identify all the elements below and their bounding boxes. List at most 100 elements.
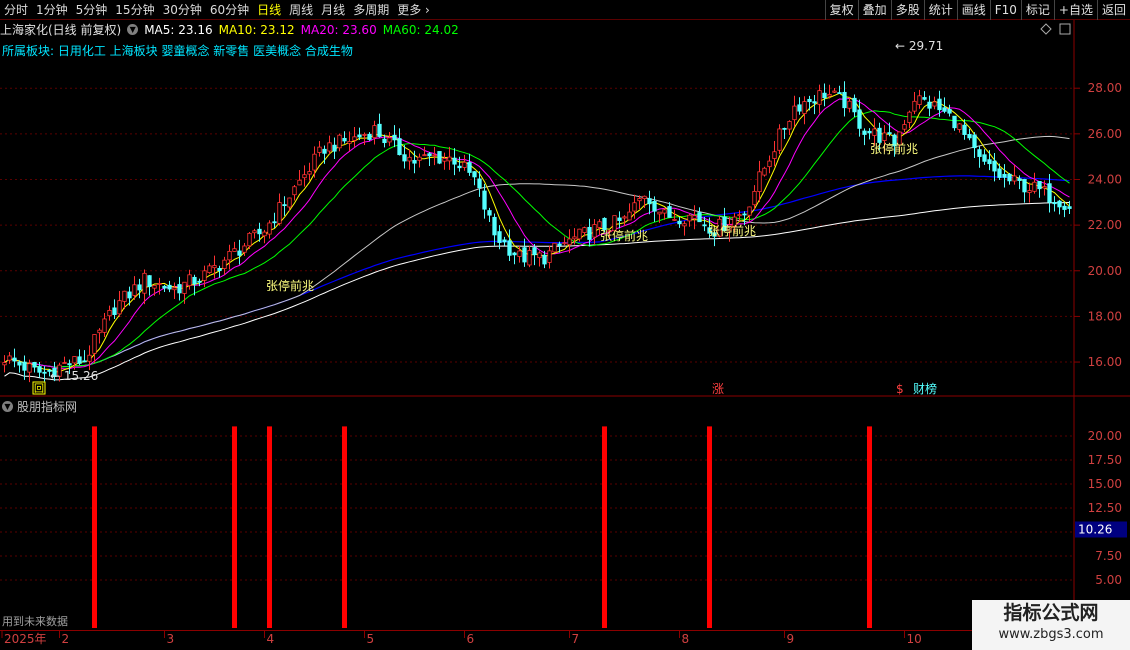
candle-body [117, 300, 122, 315]
candle-body [467, 162, 472, 173]
candle-body [167, 284, 172, 290]
candle-body [527, 250, 532, 266]
candle-body [97, 329, 102, 334]
price-tick-label: 18.00 [1088, 309, 1122, 323]
candle-body [647, 198, 652, 205]
candle-body [797, 104, 802, 112]
candle-body [147, 275, 152, 287]
candle-body [472, 171, 477, 178]
candle-body [637, 198, 642, 202]
candle-body [627, 211, 632, 221]
ma60-slow-line [4, 135, 1070, 368]
candle-body [657, 211, 662, 215]
signal-bar [267, 426, 272, 628]
candle-body [412, 160, 417, 164]
indicator-tick-label: 17.50 [1088, 453, 1122, 467]
candle-body [372, 125, 377, 139]
limit-up-signal-label: 张停前兆 [870, 141, 918, 156]
candle-body [152, 285, 157, 289]
candle-body [257, 228, 262, 235]
signal-bar [232, 426, 237, 628]
candle-body [922, 97, 927, 100]
candle-body [877, 127, 882, 143]
candle-body [692, 215, 697, 219]
candle-body [842, 91, 847, 109]
candle-body [302, 174, 307, 179]
candle-body [87, 354, 92, 362]
candle-body [312, 153, 317, 171]
candle-body [572, 236, 577, 240]
candle-body [512, 252, 517, 256]
ma10-line [4, 97, 1070, 370]
candle-body [382, 138, 387, 144]
ma120-line [4, 175, 1070, 368]
date-axis [0, 630, 1074, 650]
candle-body [402, 154, 407, 162]
candle-body [662, 209, 667, 214]
candle-body [807, 98, 812, 103]
candle-body [577, 228, 582, 240]
dollar-icon: $ [896, 382, 904, 396]
indicator-settings-icon[interactable]: ▼ [2, 401, 13, 412]
candle-body [752, 190, 757, 206]
candle-body [697, 212, 702, 223]
candle-body [452, 157, 457, 165]
price-tick-label: 28.00 [1088, 81, 1122, 95]
window-icon [1059, 23, 1071, 35]
candle-body [427, 153, 432, 157]
candle-body [177, 284, 182, 294]
candle-body [917, 95, 922, 105]
candle-body [457, 165, 462, 169]
candle-body [192, 276, 197, 285]
candle-body [742, 213, 747, 216]
indicator-tick-label: 7.50 [1095, 549, 1122, 563]
candle-body [757, 171, 762, 192]
candle-body [802, 101, 807, 114]
price-tick-label: 20.00 [1088, 264, 1122, 278]
candle-body [287, 197, 292, 208]
candle-body [817, 90, 822, 105]
price-tick-label: 16.00 [1088, 355, 1122, 369]
candle-body [597, 221, 602, 228]
candle-body [507, 240, 512, 256]
candle-body [927, 101, 932, 109]
candle-body [1037, 180, 1042, 190]
candle-body [952, 115, 957, 129]
candle-body [502, 239, 507, 243]
price-tick-label: 22.00 [1088, 218, 1122, 232]
candle-body [1012, 175, 1017, 182]
candle-body [12, 357, 17, 362]
candle-body [127, 291, 132, 299]
candle-body [222, 259, 227, 269]
candle-body [557, 243, 562, 246]
indicator-title[interactable]: 股朋指标网 [17, 398, 77, 415]
candle-body [347, 141, 352, 144]
candle-body [582, 227, 587, 233]
candle-body [432, 154, 437, 157]
candle-body [702, 224, 707, 227]
candle-body [822, 92, 827, 99]
candle-body [782, 127, 787, 130]
candle-body [912, 100, 917, 112]
candle-body [1002, 173, 1007, 178]
candle-body [1052, 202, 1057, 205]
high-price-label: ← 29.71 [895, 39, 943, 53]
candle-body [332, 144, 337, 152]
candle-body [172, 287, 177, 291]
candle-body [547, 250, 552, 263]
candle-body [267, 222, 272, 235]
candle-body [272, 221, 277, 224]
candle-body [72, 356, 77, 364]
candle-body [232, 248, 237, 252]
candle-body [37, 366, 42, 373]
candle-body [682, 223, 687, 227]
indicator-tick-label: 12.50 [1088, 501, 1122, 515]
candle-body [1062, 205, 1067, 210]
candle-body [677, 220, 682, 225]
candle-body [672, 219, 677, 221]
candle-body [137, 284, 142, 291]
candle-body [867, 130, 872, 134]
kline-chart[interactable]: 16.00 18.00 20.00 22.00 24.00 26.00 28.00 5.00 7… [0, 0, 1130, 650]
candle-body [1042, 186, 1047, 189]
candle-body [937, 98, 942, 111]
